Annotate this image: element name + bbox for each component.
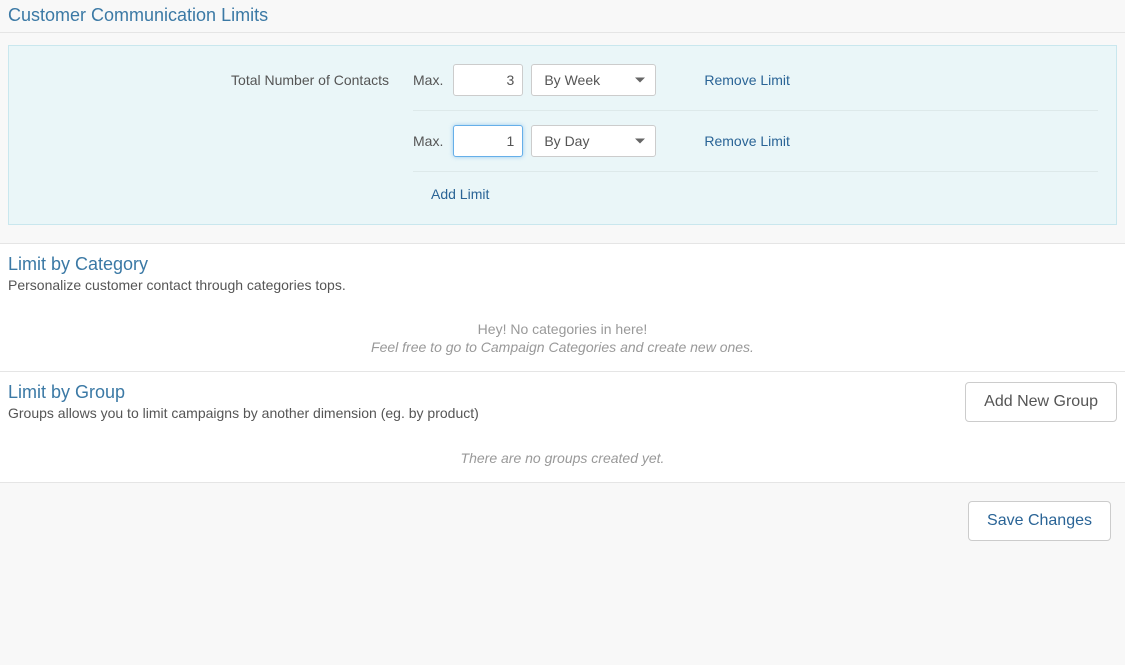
remove-limit-link[interactable]: Remove Limit: [704, 133, 790, 149]
max-label: Max.: [413, 133, 443, 149]
group-empty-state: There are no groups created yet.: [8, 450, 1117, 466]
group-description: Groups allows you to limit campaigns by …: [8, 405, 479, 421]
category-empty-state: Hey! No categories in here! Feel free to…: [8, 321, 1117, 355]
limit-row: Max. By Week Remove Limit: [413, 64, 1098, 111]
category-title: Limit by Category: [8, 254, 1117, 275]
total-contacts-label: Total Number of Contacts: [9, 64, 413, 202]
page-header: Customer Communication Limits: [0, 0, 1125, 33]
period-select-value: By Day: [544, 133, 589, 149]
category-empty-line2: Feel free to go to Campaign Categories a…: [8, 339, 1117, 355]
limit-by-category-section: Limit by Category Personalize customer c…: [0, 243, 1125, 372]
limit-by-group-section: Limit by Group Groups allows you to limi…: [0, 371, 1125, 483]
remove-limit-link[interactable]: Remove Limit: [704, 72, 790, 88]
group-title: Limit by Group: [8, 382, 479, 403]
period-select[interactable]: By Week: [531, 64, 656, 96]
max-label: Max.: [413, 72, 443, 88]
period-select-value: By Week: [544, 72, 600, 88]
footer: Save Changes: [0, 483, 1125, 543]
limit-row: Max. By Day Remove Limit: [413, 111, 1098, 172]
max-input[interactable]: [453, 64, 523, 96]
page-title: Customer Communication Limits: [8, 5, 1117, 26]
add-limit-link[interactable]: Add Limit: [431, 186, 489, 202]
category-description: Personalize customer contact through cat…: [8, 277, 1117, 293]
category-empty-line1: Hey! No categories in here!: [8, 321, 1117, 337]
limits-column: Max. By Week Remove Limit Max. By Day: [413, 64, 1116, 202]
total-contacts-panel: Total Number of Contacts Max. By Week Re…: [8, 45, 1117, 225]
max-input[interactable]: [453, 125, 523, 157]
period-select[interactable]: By Day: [531, 125, 656, 157]
chevron-down-icon: [635, 78, 645, 83]
chevron-down-icon: [635, 139, 645, 144]
save-changes-button[interactable]: Save Changes: [968, 501, 1111, 541]
add-new-group-button[interactable]: Add New Group: [965, 382, 1117, 422]
